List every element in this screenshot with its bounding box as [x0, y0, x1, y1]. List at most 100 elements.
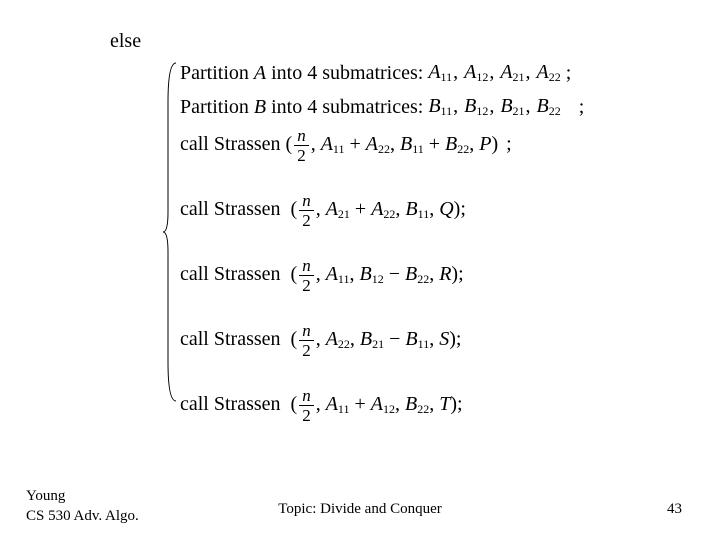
op: −: [384, 328, 405, 350]
s: 11: [418, 337, 430, 351]
num: n: [299, 192, 314, 211]
m: A: [371, 198, 383, 220]
s: 11: [418, 207, 430, 221]
op: +: [344, 133, 365, 155]
rp: ): [491, 133, 498, 155]
rp: ): [449, 328, 456, 350]
semi: ;: [566, 62, 572, 84]
m: A: [464, 61, 476, 83]
num: n: [299, 322, 314, 341]
call-strassen-3: call Strassen (n2, A11, B12 − B22, R);: [180, 257, 584, 294]
text: into 4 submatrices:: [266, 96, 428, 118]
s: 22: [549, 104, 561, 118]
c: ,: [349, 263, 354, 285]
s: 11: [338, 402, 350, 416]
m: B: [405, 328, 417, 350]
partition-a: Partition A into 4 submatrices: A11, A12…: [180, 59, 584, 90]
semi: ;: [506, 133, 512, 155]
m: T: [439, 393, 450, 415]
m: S: [439, 328, 449, 350]
call: call Strassen: [180, 263, 281, 285]
else-keyword: else: [110, 30, 584, 53]
den: 2: [294, 146, 309, 164]
lp: (: [291, 198, 298, 220]
m: Q: [439, 198, 453, 220]
m: A: [321, 133, 333, 155]
c: ,: [429, 328, 434, 350]
m: B: [445, 133, 457, 155]
m: B: [360, 328, 372, 350]
op: +: [350, 198, 371, 220]
call-strassen-4: call Strassen (n2, A22, B21 − B11, S);: [180, 322, 584, 359]
m: A: [326, 198, 338, 220]
s: 11: [412, 142, 424, 156]
c: ,: [526, 95, 531, 117]
den: 2: [299, 211, 314, 229]
m: B: [405, 263, 417, 285]
den: 2: [299, 276, 314, 294]
m: P: [479, 133, 491, 155]
num: n: [294, 127, 309, 146]
s: 21: [513, 104, 525, 118]
call: call Strassen: [180, 328, 281, 350]
m: A: [326, 263, 338, 285]
call: call Strassen: [180, 393, 281, 415]
s: 22: [383, 207, 395, 221]
den: 2: [299, 341, 314, 359]
partition-b: Partition B into 4 submatrices: B11, B12…: [180, 93, 584, 124]
op: −: [384, 263, 405, 285]
s: 22: [549, 70, 561, 84]
c: ,: [453, 95, 458, 117]
num: n: [299, 387, 314, 406]
call-strassen-2: call Strassen (n2, A21 + A22, B11, Q);: [180, 192, 584, 229]
c: ,: [316, 328, 321, 350]
m: A: [428, 61, 440, 83]
op: +: [349, 393, 370, 415]
call: call Strassen (: [180, 133, 292, 155]
c: ,: [469, 133, 474, 155]
else-block: Partition A into 4 submatrices: A11, A12…: [180, 59, 584, 424]
s: 22: [338, 337, 350, 351]
text: into 4 submatrices:: [266, 62, 428, 84]
m: R: [439, 263, 451, 285]
c: ,: [395, 393, 400, 415]
s: 11: [441, 70, 453, 84]
s: 22: [417, 402, 429, 416]
op: +: [424, 133, 445, 155]
s: 22: [378, 142, 390, 156]
semi: ;: [579, 96, 585, 118]
call-strassen-1: call Strassen (n2, A11 + A22, B11 + B22,…: [180, 127, 584, 164]
m: B: [464, 95, 476, 117]
m: B: [500, 95, 512, 117]
s: 21: [338, 207, 350, 221]
m: A: [371, 393, 383, 415]
rp: ): [450, 393, 457, 415]
c: ,: [316, 393, 321, 415]
s: 21: [513, 70, 525, 84]
s: 11: [441, 104, 453, 118]
m: A: [500, 61, 512, 83]
den: 2: [299, 406, 314, 424]
s: 21: [372, 337, 384, 351]
semi: ;: [458, 263, 464, 285]
footer-topic: Topic: Divide and Conquer: [0, 501, 720, 518]
call: call Strassen: [180, 198, 281, 220]
c: ,: [453, 61, 458, 83]
c: ,: [311, 133, 316, 155]
m: A: [366, 133, 378, 155]
num: n: [299, 257, 314, 276]
c: ,: [316, 198, 321, 220]
s: 11: [338, 272, 350, 286]
c: ,: [526, 61, 531, 83]
lp: (: [291, 393, 298, 415]
s: 22: [457, 142, 469, 156]
m: B: [405, 198, 417, 220]
semi: ;: [456, 328, 462, 350]
c: ,: [395, 198, 400, 220]
c: ,: [489, 61, 494, 83]
s: 12: [372, 272, 384, 286]
m: B: [400, 133, 412, 155]
c: ,: [316, 263, 321, 285]
m: B: [405, 393, 417, 415]
m: B: [359, 263, 371, 285]
